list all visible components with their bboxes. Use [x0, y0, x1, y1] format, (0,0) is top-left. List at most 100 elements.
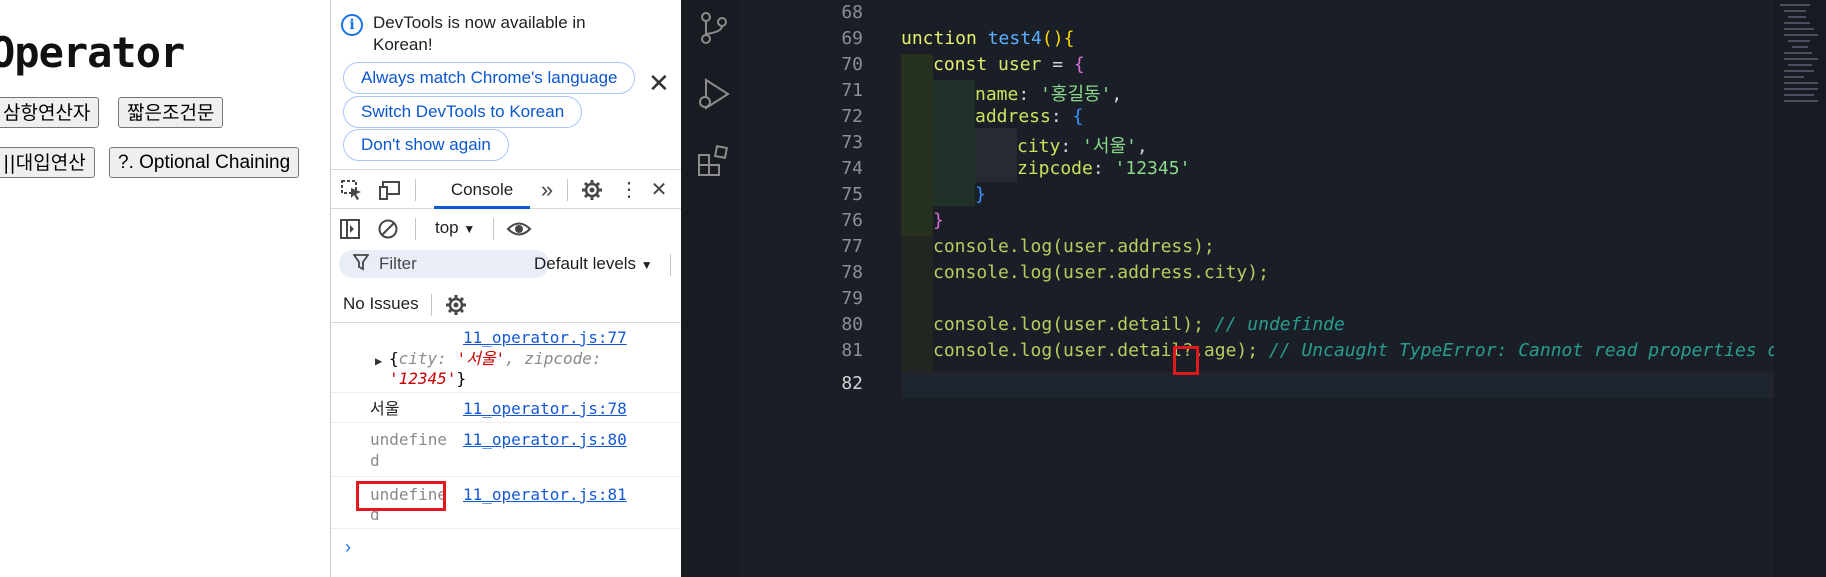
code: console.log(user.detail?.age);	[933, 340, 1259, 361]
divider	[415, 179, 416, 201]
divider	[567, 179, 568, 201]
language-infobar: i DevTools is now available in Korean! A…	[331, 0, 681, 170]
minimap-line	[1788, 64, 1812, 66]
code-line-75: }	[975, 184, 986, 205]
dont-show-again-button[interactable]: Don't show again	[343, 129, 509, 161]
divider	[493, 218, 494, 240]
code-line-71: name: '홍길동',	[975, 84, 1123, 105]
line-number: 77	[841, 236, 863, 257]
line-number: 80	[841, 314, 863, 335]
obj-value-zipcode: '12345'	[389, 369, 457, 388]
minimap-line	[1784, 70, 1814, 72]
issues-count[interactable]: No Issues	[343, 294, 419, 314]
activity-bar	[681, 0, 741, 577]
code-line-81: console.log(user.detail?.age); // Uncaug…	[933, 340, 1826, 361]
variable: user	[998, 54, 1042, 75]
line-number: 82	[841, 373, 863, 394]
info-icon: i	[341, 14, 363, 36]
sidebar-toggle-icon[interactable]	[337, 218, 363, 245]
line-number: 68	[841, 2, 863, 23]
clear-console-icon[interactable]	[375, 218, 401, 245]
log-levels-dropdown[interactable]: Default levels ▼	[534, 254, 653, 274]
line-number: 74	[841, 158, 863, 179]
short-circuit-button[interactable]: 짧은조건문	[118, 97, 224, 128]
divider	[670, 254, 671, 276]
run-debug-icon[interactable]	[696, 76, 732, 112]
settings-gear-icon[interactable]	[579, 179, 605, 206]
property: name	[975, 84, 1019, 105]
expand-triangle-icon[interactable]: ▶	[375, 351, 382, 371]
or-assignment-button[interactable]: ||대입연산	[0, 147, 95, 178]
optional-chaining-button[interactable]: ?. Optional Chaining	[109, 147, 300, 178]
ternary-button[interactable]: 삼항연산자	[0, 97, 100, 128]
chevron-down-icon: ▼	[463, 222, 476, 236]
source-link[interactable]: 11_operator.js:80	[463, 430, 627, 449]
filter-icon	[352, 253, 370, 276]
device-toolbar-icon[interactable]	[377, 179, 403, 206]
current-line-highlight	[901, 372, 1826, 398]
context-selector[interactable]: top ▼	[435, 218, 475, 238]
obj-key-zipcode: zipcode	[524, 349, 592, 368]
more-tabs-icon[interactable]: »	[534, 179, 560, 201]
code-line-70: const user = {	[933, 54, 1085, 75]
divider	[331, 476, 681, 477]
minimap-line	[1784, 100, 1818, 102]
line-number: 72	[841, 106, 863, 127]
minimap-line	[1784, 88, 1818, 90]
line-number: 79	[841, 288, 863, 309]
comment: // Uncaught TypeError: Cannot read prope…	[1268, 340, 1826, 361]
string: '12345'	[1114, 158, 1191, 179]
tab-console[interactable]: Console	[434, 171, 530, 209]
minimap-line	[1784, 28, 1814, 30]
keyword: const	[933, 54, 988, 75]
code-line-73: city: '서울',	[1017, 136, 1148, 157]
code: console.log(user.detail);	[933, 314, 1204, 335]
source-link[interactable]: 11_operator.js:81	[463, 485, 627, 504]
inspect-element-icon[interactable]	[339, 179, 365, 206]
live-expression-eye-icon[interactable]	[506, 218, 532, 245]
obj-close: }	[456, 369, 467, 388]
line-number: 69	[841, 28, 863, 49]
extensions-icon[interactable]	[696, 144, 732, 180]
minimap-line	[1784, 58, 1818, 60]
minimap-line	[1784, 76, 1804, 78]
source-control-icon[interactable]	[696, 10, 732, 46]
more-options-icon[interactable]: ⋮	[616, 179, 642, 201]
source-link[interactable]: 11_operator.js:78	[463, 399, 627, 418]
highlight-box	[356, 481, 446, 511]
console-toolbar: top ▼	[331, 210, 681, 248]
obj-open: {	[389, 349, 399, 368]
log-value: 서울	[370, 399, 400, 418]
property: city	[1017, 136, 1061, 157]
minimap-line	[1788, 40, 1810, 42]
indent-guide	[901, 54, 933, 236]
source-link[interactable]: 11_operator.js:77	[463, 328, 627, 347]
console-settings-gear-icon[interactable]	[443, 294, 469, 321]
filter-input[interactable]: Filter	[339, 250, 549, 278]
line-number: 70	[841, 54, 863, 75]
minimap-line	[1788, 16, 1806, 18]
line-number: 73	[841, 132, 863, 153]
log-value-wrap: d	[370, 451, 380, 470]
context-value: top	[435, 218, 459, 237]
close-icon[interactable]: ✕	[648, 70, 670, 96]
property: zipcode	[1017, 158, 1093, 179]
divider	[331, 422, 681, 423]
match-chrome-language-button[interactable]: Always match Chrome's language	[343, 62, 636, 94]
obj-value-city: '서울'	[456, 349, 506, 368]
comment: // undefinde	[1214, 314, 1345, 335]
infobar-message: DevTools is now available in Korean!	[373, 13, 586, 54]
switch-to-korean-button[interactable]: Switch DevTools to Korean	[343, 96, 583, 128]
line-number: 76	[841, 210, 863, 231]
web-page: Operator 삼항연산자 짧은조건문 ||대입연산 ?. Optional …	[0, 0, 330, 577]
obj-key-city: city	[398, 349, 438, 368]
page-title: Operator	[0, 28, 185, 77]
console-prompt[interactable]: ›	[345, 537, 351, 558]
code-line-77: console.log(user.address);	[933, 236, 1215, 257]
highlight-box	[1173, 346, 1199, 375]
code-area[interactable]: 68 69 70 71 72 73 74 75 76 77 78 79 80 8…	[741, 0, 1826, 577]
minimap[interactable]	[1774, 0, 1826, 577]
minimap-line	[1784, 10, 1806, 12]
close-devtools-icon[interactable]: ✕	[646, 179, 672, 201]
line-number: 71	[841, 80, 863, 101]
